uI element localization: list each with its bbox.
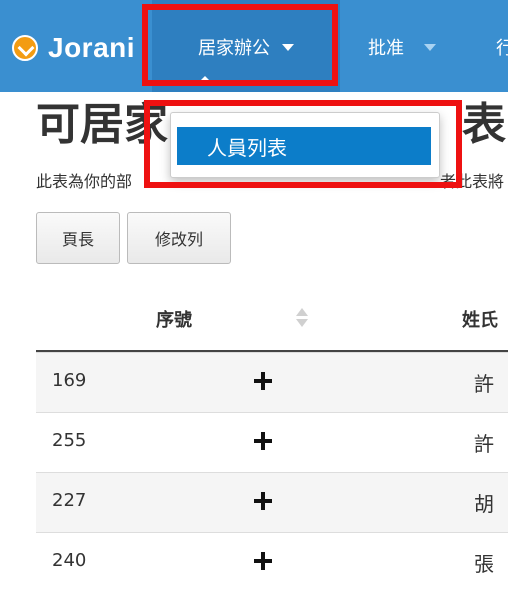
cell-lastname: 許 <box>474 372 494 396</box>
page-length-button[interactable]: 頁長 <box>36 212 120 264</box>
expand-plus-icon[interactable] <box>254 432 272 450</box>
cell-id: 169 <box>52 370 87 391</box>
expand-plus-icon[interactable] <box>254 552 272 570</box>
highlight-box-nav-menu <box>142 4 338 86</box>
column-header-id[interactable]: 序號 <box>156 306 192 332</box>
edit-columns-button[interactable]: 修改列 <box>127 212 231 264</box>
nav-menu-approval-label: 批准 <box>368 38 404 59</box>
cell-id: 255 <box>52 430 87 451</box>
nav-menu-approval[interactable]: 批准 <box>368 32 436 62</box>
expand-plus-icon[interactable] <box>254 492 272 510</box>
brand-name: Jorani <box>48 32 136 63</box>
expand-plus-icon[interactable] <box>254 372 272 390</box>
brand[interactable]: Jorani <box>12 30 135 66</box>
nav-menu-more-label: 行 <box>496 38 508 59</box>
table-row[interactable]: 255 許 <box>36 412 508 472</box>
cell-lastname: 張 <box>474 552 494 576</box>
table-row[interactable]: 227 胡 <box>36 472 508 532</box>
chevron-down-icon <box>424 43 436 51</box>
jorani-logo-icon <box>12 35 38 61</box>
page-description: 此表為你的部 <box>36 172 133 191</box>
highlight-box-dropdown-item <box>144 100 462 188</box>
cell-id: 227 <box>52 490 87 511</box>
page-title-end: 表 <box>462 99 506 150</box>
nav-menu-more[interactable]: 行 <box>496 32 508 62</box>
cell-lastname: 許 <box>474 432 494 456</box>
sort-icon[interactable] <box>296 306 308 330</box>
column-header-lastname[interactable]: 姓氏 <box>462 306 498 332</box>
cell-lastname: 胡 <box>474 492 494 516</box>
table-row[interactable]: 169 許 <box>36 352 508 412</box>
cell-id: 240 <box>52 550 87 571</box>
table-row[interactable]: 240 張 <box>36 532 508 592</box>
